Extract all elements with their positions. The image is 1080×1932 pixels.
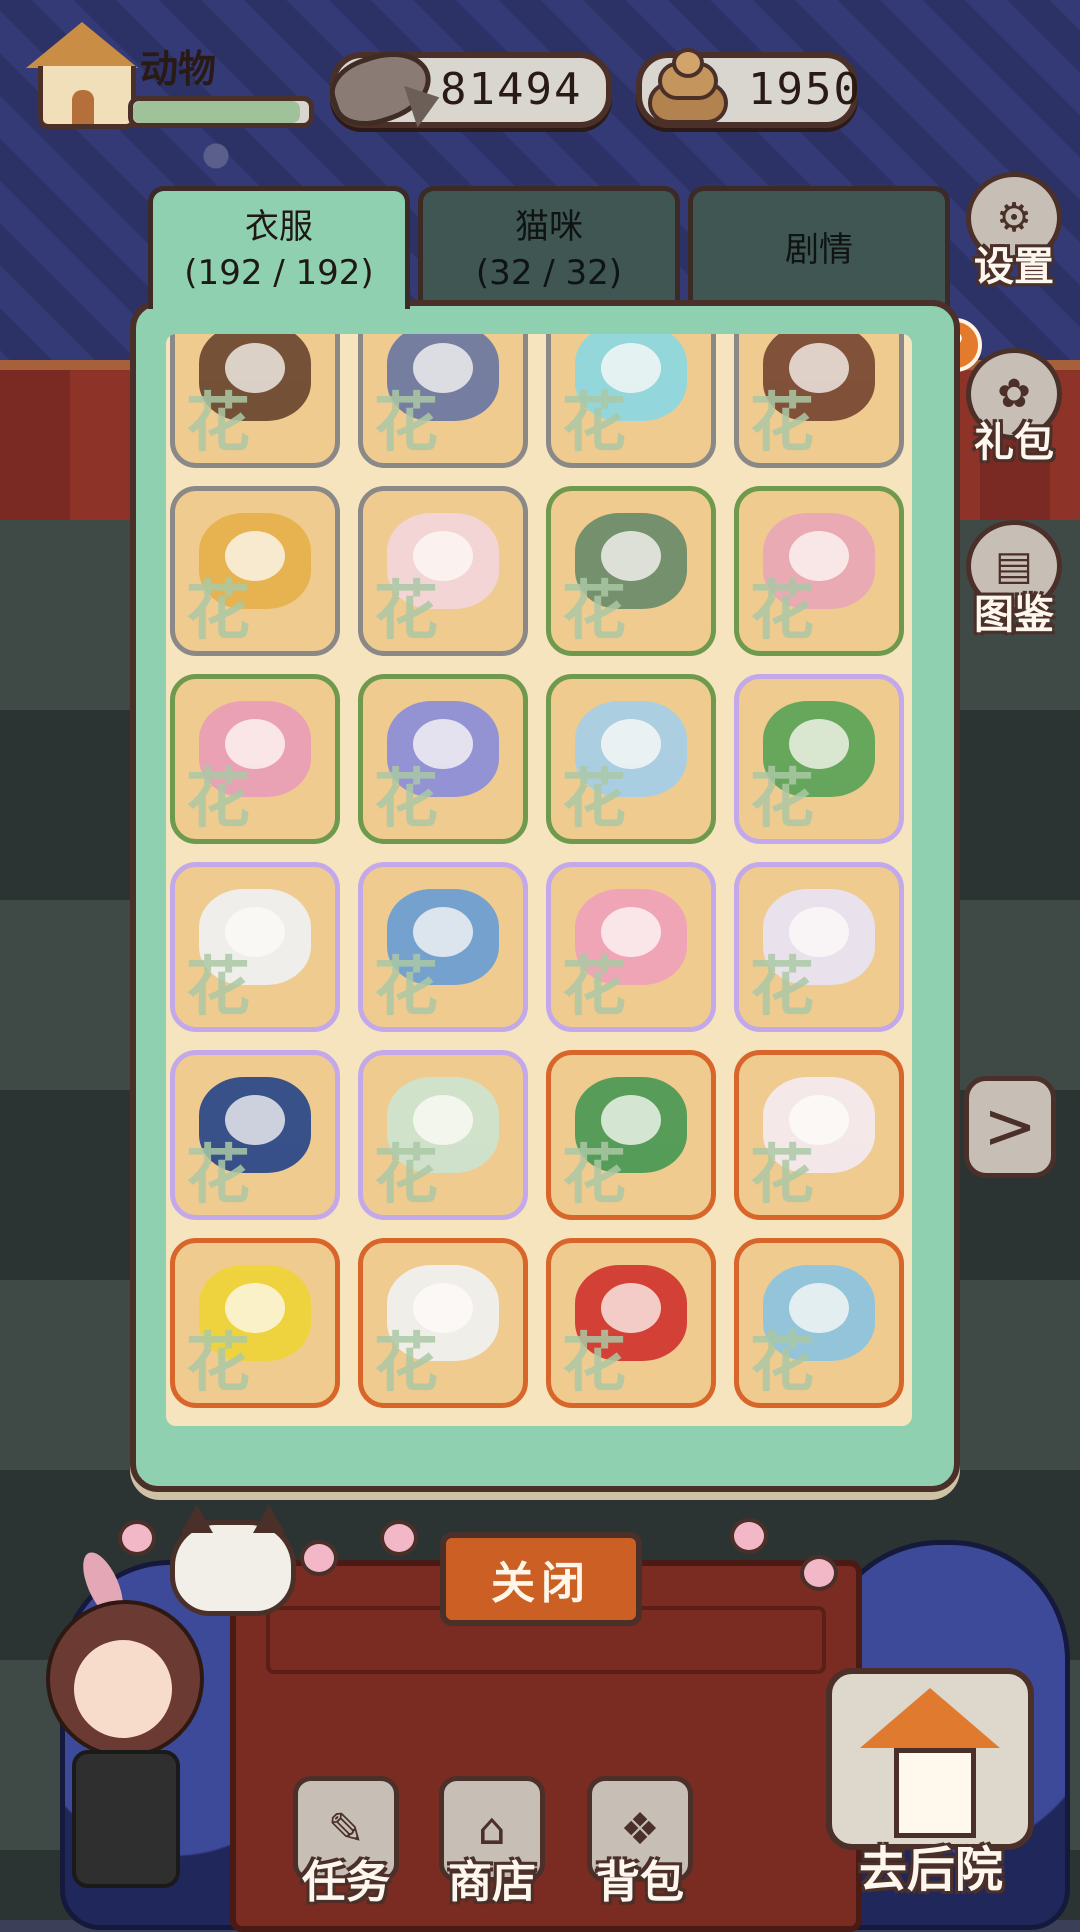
gift-label: 礼包 [974,420,1054,466]
house-icon[interactable] [22,22,142,130]
backpack-button[interactable]: ❖ 背包 [580,1760,700,1910]
flower-stamp-icon: 花 [562,1327,626,1401]
flower-stamp-icon: 花 [562,575,626,649]
tab-clothes-label: 衣服 [245,207,313,247]
clothing-item-antler-headband[interactable]: 花 [170,334,340,468]
paw-print-decoration [380,1520,418,1556]
settings-button[interactable]: ⚙ 设置 [964,172,1064,292]
shop-label: 商店 [448,1857,536,1908]
level-progress-bar [128,96,314,128]
tasks-button[interactable]: ✎ 任务 [286,1760,406,1910]
tab-cats[interactable]: 猫咪 (32 / 32) [418,186,680,309]
clothing-item-green-school-outfit[interactable]: 花 [358,1050,528,1220]
clothing-item-straw-hat[interactable]: 花 [170,486,340,656]
tab-story-label: 剧情 [785,230,853,270]
tab-story[interactable]: 剧情 [688,186,950,309]
clothing-item-bunny-ears[interactable]: 花 [358,486,528,656]
flower-stamp-icon: 花 [562,387,626,461]
catalog-button[interactable]: ▤ 图鉴 [964,520,1064,640]
clothing-item-lace-collar[interactable]: 花 [358,334,528,468]
clothing-item-white-lace-dress[interactable]: 花 [734,862,904,1032]
clothing-item-blue-lolita-dress[interactable]: 花 [358,674,528,844]
flower-stamp-icon: 花 [750,575,814,649]
flower-stamp-icon: 花 [374,1139,438,1213]
clothing-item-sailor-outfit[interactable]: 花 [546,674,716,844]
settings-label: 设置 [974,244,1054,290]
clothing-item-pink-bow-dress[interactable]: 花 [546,862,716,1032]
flower-stamp-icon: 花 [374,387,438,461]
fish-icon [321,39,447,137]
flower-stamp-icon: 花 [374,575,438,649]
clothing-item-white-bunny-hood[interactable]: 花 [734,1050,904,1220]
backyard-label: 去后院 [858,1842,1003,1898]
paw-print-decoration [730,1518,768,1554]
girl-character[interactable] [30,1546,230,1900]
backpack-label: 背包 [596,1857,684,1908]
backyard-button[interactable]: 去后院 [806,1668,1056,1900]
clothing-item-panda-hood[interactable]: 花 [170,862,340,1032]
flower-stamp-icon: 花 [750,763,814,837]
flower-stamp-icon: 花 [374,763,438,837]
flower-stamp-icon: 花 [186,387,250,461]
close-button[interactable]: 关闭 [440,1532,642,1626]
tab-cats-label: 猫咪 [515,207,583,247]
flower-stamp-icon: 花 [750,1139,814,1213]
clothing-item-pink-dress[interactable]: 花 [170,674,340,844]
flower-stamp-icon: 花 [374,1327,438,1401]
next-page-arrow-icon[interactable]: > [964,1076,1056,1178]
flower-stamp-icon: 花 [562,763,626,837]
flower-stamp-icon: 花 [374,951,438,1025]
flower-stamp-icon: 花 [750,1327,814,1401]
flower-stamp-icon: 花 [186,575,250,649]
poop-coin-value: 1950 [748,64,862,115]
poop-icon [640,48,728,124]
item-grid-scroll[interactable]: 花花花花花花花花花花花花花花花花花花花花花花花花 [166,334,912,1426]
flower-stamp-icon: 花 [186,1139,250,1213]
flower-stamp-icon: 花 [186,763,250,837]
flower-stamp-icon: 花 [562,1139,626,1213]
paw-print-decoration [300,1540,338,1576]
clothing-item-blue-floral-dress[interactable]: 花 [734,1238,904,1408]
clothing-item-pink-ruffle-skirt[interactable]: 花 [734,486,904,656]
clothing-item-bee-costume[interactable]: 花 [170,1238,340,1408]
clothing-item-dinosaur-costume[interactable]: 花 [546,1050,716,1220]
clothing-item-frog-hood[interactable]: 花 [734,674,904,844]
tasks-label: 任务 [302,1857,390,1908]
paw-print-decoration [800,1555,838,1591]
clothing-item-blue-overalls[interactable]: 花 [358,862,528,1032]
clothing-item-bow-bell-collar[interactable]: 花 [546,334,716,468]
item-grid: 花花花花花花花花花花花花花花花花花花花花花花花花 [170,334,904,1408]
flower-stamp-icon: 花 [186,1327,250,1401]
level-progress-fill [133,101,301,123]
tab-clothes-count: (192 / 192) [184,253,374,293]
clothing-item-brown-wig[interactable]: 花 [734,334,904,468]
clothing-item-cow-costume[interactable]: 花 [358,1238,528,1408]
flower-stamp-icon: 花 [750,387,814,461]
gift-button[interactable]: ✿ 礼包 [964,348,1064,468]
flower-stamp-icon: 花 [186,951,250,1025]
tab-cats-count: (32 / 32) [475,253,623,293]
flower-stamp-icon: 花 [750,951,814,1025]
backyard-house-icon [826,1668,1034,1850]
catalog-label: 图鉴 [974,592,1054,638]
clothing-item-green-cape[interactable]: 花 [546,486,716,656]
clothing-item-navy-plaid-skirt[interactable]: 花 [170,1050,340,1220]
tab-clothes[interactable]: 衣服 (192 / 192) [148,186,410,309]
flower-stamp-icon: 花 [562,951,626,1025]
area-label: 动物 [140,47,217,91]
fish-coin-value: 81494 [440,64,583,115]
paw-print-decoration [118,1520,156,1556]
shop-button[interactable]: ⌂ 商店 [432,1760,552,1910]
clothing-item-red-festival-outfit[interactable]: 花 [546,1238,716,1408]
